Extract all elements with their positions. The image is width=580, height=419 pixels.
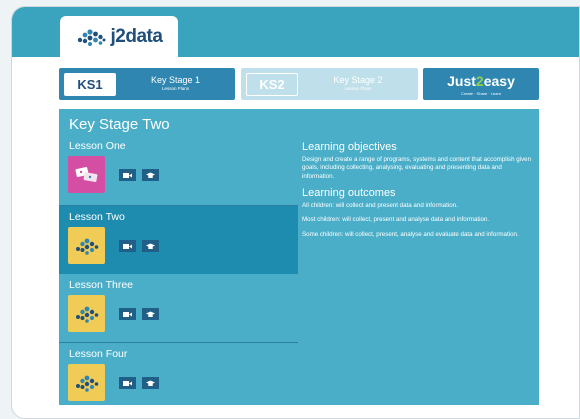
window-frame: j2data KS1 Key Stage 1 Lesson Plans KS2 … — [11, 6, 580, 419]
ks2-subtitle: Lesson Plans — [344, 86, 372, 92]
ks1-badge: KS1 — [64, 72, 116, 96]
cloud-dots-icon — [75, 306, 98, 323]
lesson-plan-button[interactable] — [142, 240, 159, 252]
video-button[interactable] — [119, 377, 136, 389]
lesson-plan-button[interactable] — [142, 169, 159, 181]
lesson-two-item[interactable]: Lesson Two — [59, 206, 298, 274]
ks1-subtitle: Lesson Plans — [161, 86, 190, 92]
logo-text: j2data — [110, 25, 163, 47]
ks2-badge: KS2 — [246, 72, 298, 96]
video-icon — [123, 172, 132, 178]
ks2-panel: Key Stage Two Lesson One Lesson Two Less… — [59, 109, 539, 405]
panel-title: Key Stage Two — [69, 116, 170, 133]
outcomes-heading: Learning outcomes — [302, 187, 396, 200]
just2easy-pre: Just — [447, 72, 476, 89]
lesson-thumbnail[interactable] — [68, 227, 105, 264]
cards-icon — [74, 166, 97, 182]
lesson-thumbnail[interactable] — [68, 156, 105, 193]
just2easy-tagline: Create · Share · Learn — [460, 90, 502, 96]
lesson-one-item[interactable]: Lesson One — [59, 135, 298, 203]
video-icon — [123, 243, 132, 249]
stage-ks2-button[interactable]: KS2 Key Stage 2 Lesson Plans — [241, 68, 418, 100]
lesson-thumbnail[interactable] — [68, 295, 105, 332]
lesson-thumbnail[interactable] — [68, 364, 105, 401]
objectives-text: Design and create a range of programs, s… — [302, 156, 532, 180]
video-button[interactable] — [119, 240, 136, 252]
outcome-some: Some children: will collect, present, an… — [302, 230, 519, 238]
just2easy-button[interactable]: Just2easy Create · Share · Learn — [423, 68, 539, 100]
objectives-heading: Learning objectives — [302, 141, 397, 153]
lesson-details: Learning objectives Design and create a … — [302, 141, 532, 239]
cloud-dots-icon — [75, 238, 98, 255]
cloud-dots-logo-icon — [77, 28, 106, 46]
ks2-title: Key Stage 2 — [333, 75, 383, 86]
graduation-cap-icon — [146, 380, 155, 386]
video-button[interactable] — [119, 169, 136, 181]
video-icon — [123, 311, 132, 317]
stage-ks1-button[interactable]: KS1 Key Stage 1 Lesson Plans — [59, 68, 235, 100]
j2data-logo[interactable]: j2data — [60, 16, 178, 57]
outcome-most: Most children: will collect, present and… — [302, 216, 490, 224]
ks1-title: Key Stage 1 — [150, 75, 201, 86]
just2easy-post: easy — [483, 72, 515, 89]
graduation-cap-icon — [146, 243, 155, 249]
cloud-dots-icon — [75, 375, 98, 392]
video-icon — [123, 380, 132, 386]
just2easy-logo: Just2easy — [447, 73, 515, 89]
lesson-name: Lesson Four — [69, 348, 128, 360]
lesson-name: Lesson One — [69, 140, 126, 152]
graduation-cap-icon — [146, 311, 155, 317]
outcome-all: All children: will collect and present d… — [302, 202, 458, 210]
graduation-cap-icon — [146, 172, 155, 178]
lesson-plan-button[interactable] — [142, 377, 159, 389]
video-button[interactable] — [119, 308, 136, 320]
lesson-name: Lesson Two — [69, 211, 125, 223]
lesson-plan-button[interactable] — [142, 308, 159, 320]
lesson-three-item[interactable]: Lesson Three — [59, 274, 298, 342]
just2easy-two: 2 — [475, 72, 484, 89]
lesson-four-item[interactable]: Lesson Four — [59, 343, 298, 411]
lesson-name: Lesson Three — [69, 279, 134, 291]
